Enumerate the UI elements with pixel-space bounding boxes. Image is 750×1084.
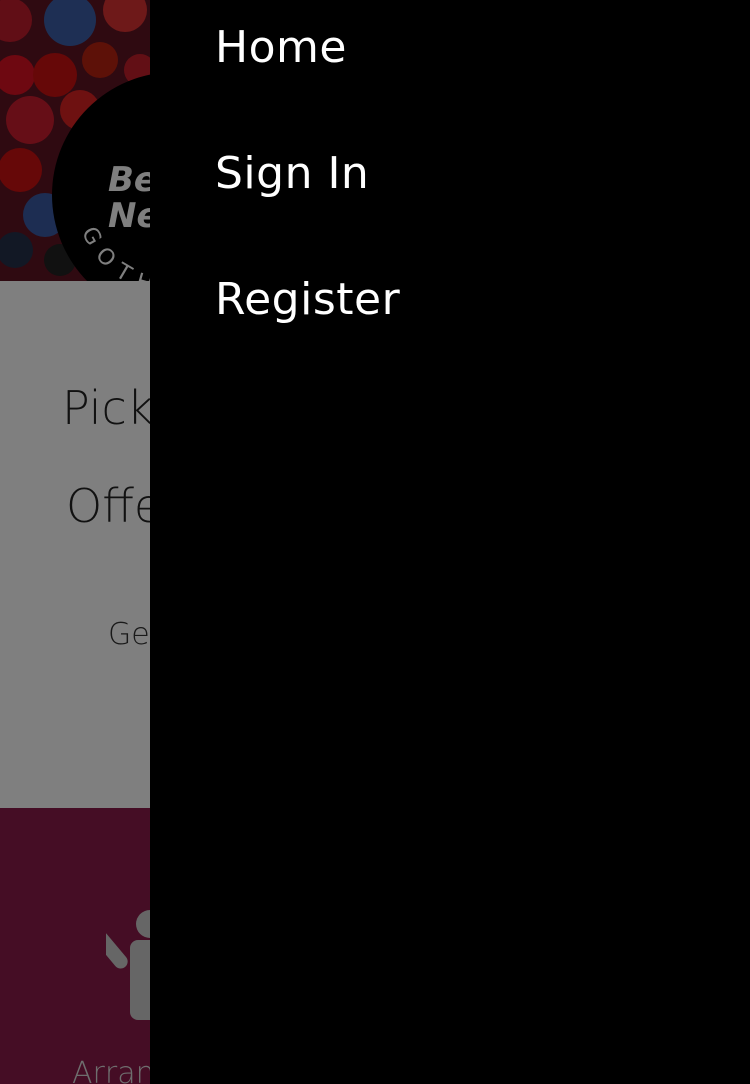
navigation-drawer: Home Sign In Register: [150, 0, 750, 1084]
nav-item-register[interactable]: Register: [215, 274, 400, 325]
nav-item-home[interactable]: Home: [215, 22, 347, 73]
nav-item-sign-in[interactable]: Sign In: [215, 148, 369, 199]
